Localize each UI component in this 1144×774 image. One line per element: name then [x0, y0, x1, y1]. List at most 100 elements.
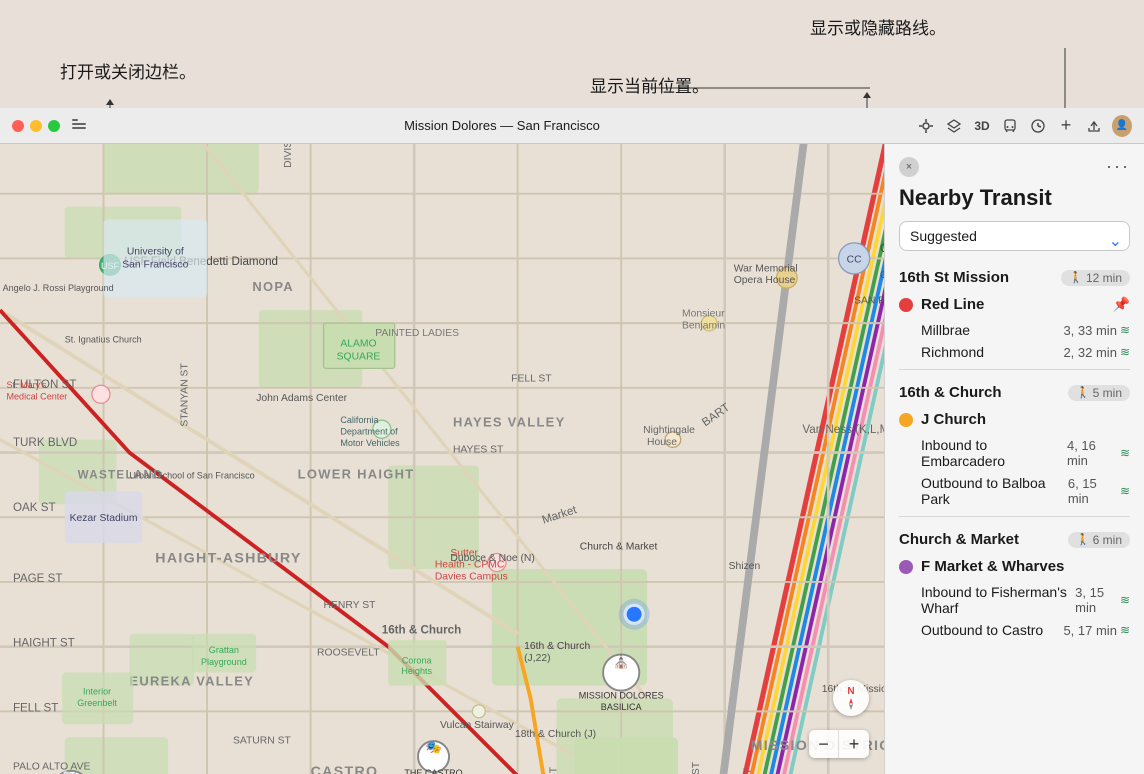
- svg-text:16th & Church: 16th & Church: [382, 624, 461, 637]
- svg-text:Nightingale: Nightingale: [643, 425, 695, 436]
- walk-icon-1: 🚶: [1069, 271, 1083, 284]
- svg-text:PAGE ST: PAGE ST: [13, 572, 63, 585]
- panel-title: Nearby Transit: [885, 185, 1144, 221]
- svg-text:(J,22): (J,22): [524, 653, 550, 664]
- divider-2: [899, 516, 1130, 517]
- svg-text:St. Ignatius Church: St. Ignatius Church: [65, 335, 142, 345]
- svg-text:TURK BLVD: TURK BLVD: [13, 436, 77, 449]
- svg-text:ALAMO: ALAMO: [340, 338, 376, 349]
- route-embarcadero: Inbound to Embarcadero 4, 16 min ≋: [885, 434, 1144, 472]
- route-balboa: Outbound to Balboa Park 6, 15 min ≋: [885, 472, 1144, 510]
- traffic-lights: [12, 120, 60, 132]
- titlebar: Mission Dolores — San Francisco 3D: [0, 108, 1144, 144]
- svg-text:PAINTED LADIES: PAINTED LADIES: [375, 328, 459, 339]
- svg-text:FELL ST: FELL ST: [13, 701, 58, 714]
- route-time-6: 5, 17 min ≋: [1063, 623, 1130, 638]
- svg-text:House: House: [647, 437, 677, 448]
- annotation-sidebar: 打开或关闭边栏。: [60, 58, 196, 83]
- transit-line-f[interactable]: F Market & Wharves: [885, 552, 1144, 581]
- nearby-transit-panel: × ··· Nearby Transit Suggested Nearby Fa…: [884, 144, 1144, 774]
- svg-text:HAIGHT ST: HAIGHT ST: [13, 637, 75, 650]
- svg-text:San Francisco: San Francisco: [122, 259, 188, 270]
- svg-text:University of: University of: [127, 247, 184, 258]
- svg-text:Benjamin: Benjamin: [682, 320, 725, 331]
- svg-text:War Memorial: War Memorial: [734, 263, 798, 274]
- transit-line-red[interactable]: Red Line 📌: [885, 290, 1144, 319]
- location-button[interactable]: [916, 116, 936, 136]
- section-title-1: 16th St Mission: [899, 269, 1009, 286]
- svg-text:PALO ALTO AVE: PALO ALTO AVE: [13, 762, 91, 773]
- filter-select[interactable]: Suggested Nearby Favorites: [899, 221, 1130, 251]
- section-16th-church: 16th & Church 🚶 5 min: [885, 376, 1144, 405]
- j-line-dot: [899, 413, 913, 427]
- svg-text:Davies Campus: Davies Campus: [435, 571, 508, 582]
- add-button[interactable]: +: [1056, 116, 1076, 136]
- svg-text:Opera House: Opera House: [734, 275, 796, 286]
- svg-text:Motor Vehicles: Motor Vehicles: [340, 438, 400, 448]
- route-dest-4: Outbound to Balboa Park: [921, 475, 1068, 507]
- maximize-button[interactable]: [48, 120, 60, 132]
- close-button[interactable]: [12, 120, 24, 132]
- svg-text:Interior: Interior: [83, 687, 111, 697]
- clock-button[interactable]: [1028, 116, 1048, 136]
- svg-text:BASILICA: BASILICA: [601, 702, 643, 712]
- profile-button[interactable]: 👤: [1112, 116, 1132, 136]
- svg-text:Grattan: Grattan: [209, 645, 239, 655]
- svg-text:HAIGHT-ASHBURY: HAIGHT-ASHBURY: [155, 551, 301, 567]
- section-title-2: 16th & Church: [899, 384, 1002, 401]
- realtime-icon-3: ≋: [1120, 446, 1130, 460]
- route-time-2: 2, 32 min ≋: [1063, 345, 1130, 360]
- svg-text:Angelo J. Rossi Playground: Angelo J. Rossi Playground: [3, 283, 114, 293]
- svg-text:St. Mary's: St. Mary's: [6, 380, 46, 390]
- route-dest-6: Outbound to Castro: [921, 622, 1043, 638]
- svg-text:CHURCH ST: CHURCH ST: [548, 766, 559, 774]
- svg-text:CASTRO: CASTRO: [311, 764, 379, 774]
- section-title-3: Church & Market: [899, 531, 1019, 548]
- realtime-icon-2: ≋: [1120, 345, 1130, 359]
- sidebar-toggle-button[interactable]: [72, 119, 88, 133]
- zoom-plus-button[interactable]: +: [839, 730, 869, 758]
- panel-close-button[interactable]: ×: [899, 157, 919, 177]
- svg-text:NOPA: NOPA: [252, 279, 294, 294]
- layers-button[interactable]: [944, 116, 964, 136]
- transit-button[interactable]: [1000, 116, 1020, 136]
- route-richmond: Richmond 2, 32 min ≋: [885, 341, 1144, 363]
- svg-text:LOWER HAIGHT: LOWER HAIGHT: [298, 466, 415, 481]
- realtime-icon-4: ≋: [1120, 484, 1130, 498]
- walk-icon-2: 🚶: [1076, 386, 1090, 399]
- f-line-dot: [899, 560, 913, 574]
- j-line-name: J Church: [921, 411, 1130, 428]
- svg-text:California: California: [340, 415, 379, 425]
- svg-text:🎭: 🎭: [425, 739, 441, 754]
- annotation-location: 显示当前位置。: [590, 72, 709, 97]
- section-church-market: Church & Market 🚶 6 min: [885, 523, 1144, 552]
- route-time-3: 4, 16 min ≋: [1067, 438, 1130, 468]
- filter-select-wrapper: Suggested Nearby Favorites ⌄: [885, 221, 1144, 261]
- route-millbrae: Millbrae 3, 33 min ≋: [885, 319, 1144, 341]
- svg-text:ROOSEVELT: ROOSEVELT: [317, 648, 380, 659]
- section-badge-1: 🚶 12 min: [1061, 270, 1130, 286]
- section-16th-st-mission: 16th St Mission 🚶 12 min: [885, 261, 1144, 290]
- share-button[interactable]: [1084, 116, 1104, 136]
- compass-north: N: [847, 686, 854, 697]
- panel-more-button[interactable]: ···: [1106, 156, 1130, 177]
- svg-text:Medical Center: Medical Center: [6, 391, 67, 401]
- svg-text:Playground: Playground: [201, 657, 247, 667]
- annotation-routes: 显示或隐藏路线。: [810, 14, 946, 39]
- zoom-minus-button[interactable]: −: [809, 730, 839, 758]
- svg-text:Duboce & Noe (N): Duboce & Noe (N): [450, 553, 535, 564]
- svg-text:Vulcan Stairway: Vulcan Stairway: [440, 720, 515, 731]
- svg-text:Department of: Department of: [340, 426, 398, 436]
- svg-text:⛪: ⛪: [613, 653, 629, 669]
- f-line-name: F Market & Wharves: [921, 558, 1130, 575]
- transit-line-j[interactable]: J Church: [885, 405, 1144, 434]
- 3d-button[interactable]: 3D: [972, 116, 992, 136]
- svg-text:16th & Church: 16th & Church: [524, 641, 590, 652]
- section-badge-3: 🚶 6 min: [1068, 532, 1130, 548]
- svg-text:EUREKA VALLEY: EUREKA VALLEY: [129, 673, 254, 688]
- svg-text:Church & Market: Church & Market: [580, 542, 658, 553]
- route-dest-1: Millbrae: [921, 322, 970, 338]
- section-badge-2: 🚶 5 min: [1068, 385, 1130, 401]
- minimize-button[interactable]: [30, 120, 42, 132]
- window-title: Mission Dolores — San Francisco: [88, 118, 916, 133]
